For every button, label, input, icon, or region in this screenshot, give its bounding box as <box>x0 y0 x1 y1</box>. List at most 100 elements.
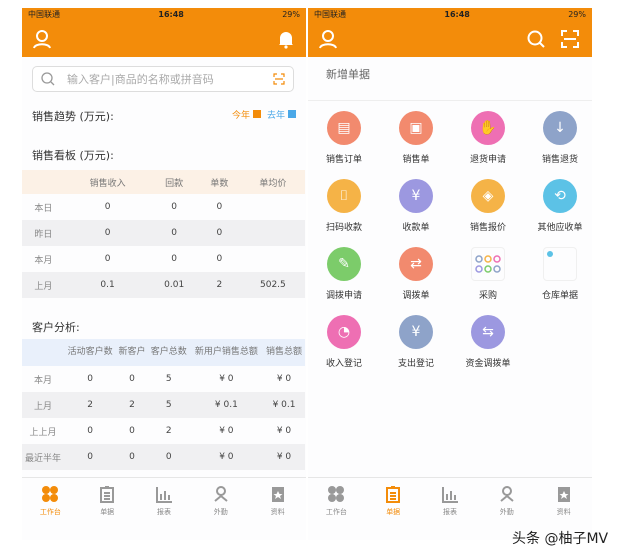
tab-label: 报表 <box>156 508 171 516</box>
column-header: 活动客户数 <box>63 339 117 366</box>
scan-icon[interactable] <box>560 29 580 49</box>
table-cell: 0 <box>216 254 223 264</box>
table-cell: 0 <box>197 220 241 246</box>
doc-icon: ¥ <box>399 315 433 349</box>
table-row: 本月 0 0 0 <box>22 246 305 272</box>
doc-item[interactable]: ▤ 销售订单 <box>308 111 380 165</box>
status-bar: 中国联通 16:48 29% <box>308 8 592 21</box>
doc-label: 调拨单 <box>402 291 430 301</box>
doc-item[interactable]: ▣ 销售单 <box>380 111 452 165</box>
table-row: 本日 0 0 0 <box>22 194 305 220</box>
table-cell: ¥ 0.1 <box>189 392 264 418</box>
doc-label: 仓库单据 <box>541 291 578 301</box>
doc-icon: ↓ <box>543 111 577 145</box>
doc-item[interactable]: 采购 <box>452 247 524 301</box>
column-header <box>22 170 65 194</box>
row-label: 最近半年 <box>22 444 64 470</box>
doc-item[interactable]: ◈ 销售报价 <box>452 179 524 233</box>
legend-last-year[interactable]: 去年 <box>267 108 296 121</box>
doc-label: 调拨申请 <box>325 291 362 301</box>
doc-item[interactable]: ✋ 退货申请 <box>452 111 524 165</box>
tab-workbench[interactable]: 工作台 <box>22 478 79 527</box>
table-row: 上上月 0 0 2 ¥ 0 ¥ 0 <box>22 418 305 444</box>
data-icon <box>557 487 570 502</box>
table-cell: ¥ 0 <box>276 426 292 436</box>
tab-label: 工作台 <box>39 508 61 516</box>
tab-label: 单据 <box>386 508 401 516</box>
row-label: 上上月 <box>29 427 57 438</box>
table-row: 上月 2 2 5 ¥ 0.1 ¥ 0.1 <box>22 392 305 418</box>
user-icon[interactable] <box>32 29 52 49</box>
documents-icon <box>386 486 401 503</box>
tab-bar: 工作台 单据 报表 外勤 资料 <box>308 477 592 527</box>
tab-field[interactable]: 外勤 <box>478 478 535 527</box>
tab-workbench[interactable]: 工作台 <box>308 478 365 527</box>
sales-board-table: 销售收入 回款 单数 单均价 本日 0 0 0 昨日 0 0 0 本月 0 0 0 上月 0.1 0.01 2 502.… <box>22 170 305 298</box>
doc-icon: ✎ <box>327 247 361 281</box>
doc-item[interactable]: ⇆ 资金调拨单 <box>452 315 524 369</box>
row-label: 上月 <box>22 272 65 298</box>
carrier: 中国联通 <box>314 10 346 19</box>
doc-item[interactable]: ✎ 调拨申请 <box>308 247 380 301</box>
scan-icon[interactable] <box>273 73 285 85</box>
doc-label: 退货申请 <box>469 155 506 165</box>
section-title: 新增单据 <box>326 68 370 81</box>
tab-data[interactable]: 资料 <box>535 478 592 527</box>
tab-label: 外勤 <box>499 508 514 516</box>
doc-label: 收入登记 <box>325 359 362 369</box>
table-cell: 502.5 <box>240 272 305 298</box>
table-cell <box>240 220 305 246</box>
doc-item[interactable]: ◔ 收入登记 <box>308 315 380 369</box>
tab-reports[interactable]: 报表 <box>136 478 193 527</box>
table-cell: 0 <box>216 202 223 212</box>
row-label: 上月 <box>22 392 64 418</box>
table-cell: 0 <box>87 374 93 384</box>
column-header: 客户总数 <box>147 339 190 366</box>
table-cell: 2 <box>197 272 241 298</box>
tab-documents[interactable]: 单据 <box>365 478 422 527</box>
battery: 29% <box>568 10 586 19</box>
doc-item[interactable]: ⌷ 扫码收款 <box>308 179 380 233</box>
table-cell: ¥ 0 <box>189 444 264 470</box>
app-header <box>22 21 306 57</box>
doc-item[interactable]: ↓ 销售退货 <box>524 111 592 165</box>
row-label: 昨日 <box>22 220 65 246</box>
doc-item[interactable]: ⟲ 其他应收单 <box>524 179 592 233</box>
table-cell: 5 <box>165 374 172 384</box>
carrier: 中国联通 <box>28 10 60 19</box>
table-cell: 0 <box>129 374 135 384</box>
doc-item[interactable]: ¥ 收款单 <box>380 179 452 233</box>
tab-field[interactable]: 外勤 <box>192 478 249 527</box>
legend-this-year[interactable]: 今年 <box>232 108 261 121</box>
battery: 29% <box>282 10 300 19</box>
search-icon[interactable] <box>526 29 546 49</box>
status-bar: 中国联通 16:48 29% <box>22 8 306 21</box>
doc-label: 销售报价 <box>469 223 506 233</box>
column-header: 新客户 <box>116 339 148 366</box>
doc-label: 销售订单 <box>325 155 362 165</box>
tab-reports[interactable]: 报表 <box>422 478 479 527</box>
doc-item[interactable]: 仓库单据 <box>524 247 592 301</box>
user-icon[interactable] <box>318 29 338 49</box>
doc-label: 采购 <box>478 291 497 301</box>
tab-data[interactable]: 资料 <box>249 478 306 527</box>
customer-analysis-table: 活动客户数 新客户 客户总数 新用户销售总额 销售总额 本月 0 0 5 ¥ 0 ¥ 0 上月 2 2 5 ¥… <box>22 339 305 470</box>
bell-icon[interactable] <box>276 29 296 49</box>
doc-item[interactable]: ¥ 支出登记 <box>380 315 452 369</box>
search-input[interactable]: 输入客户|商品的名称或拼音码 <box>32 66 294 92</box>
search-icon <box>41 72 55 86</box>
watermark: 头条 @柚子MV <box>512 531 609 547</box>
doc-item[interactable]: ⇄ 调拨单 <box>380 247 452 301</box>
reports-icon <box>441 487 458 503</box>
table-row: 昨日 0 0 0 <box>22 220 305 246</box>
column-header: 新用户销售总额 <box>189 339 264 366</box>
home-screen: 中国联通 16:48 29% 输入客户|商品的名称或拼音码 销售趋势 (万元):… <box>22 8 306 540</box>
column-header: 回款 <box>150 170 198 194</box>
table-cell: 0 <box>104 254 111 264</box>
tab-documents[interactable]: 单据 <box>79 478 136 527</box>
table-cell: 0 <box>150 220 198 246</box>
table-cell: 0 <box>171 202 178 212</box>
table-cell <box>241 246 305 272</box>
table-cell: ¥ 0 <box>263 444 305 470</box>
search-placeholder: 输入客户|商品的名称或拼音码 <box>67 73 214 86</box>
